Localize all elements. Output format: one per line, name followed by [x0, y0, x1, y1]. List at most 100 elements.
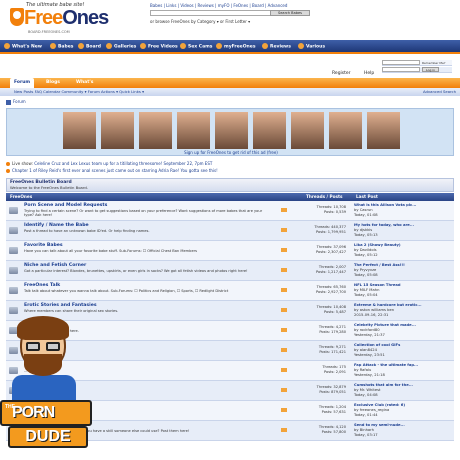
login-button[interactable]: Log in	[422, 67, 440, 72]
last-post[interactable]: The Perfect / Best Ass!!! by Pryvyvze Toda…	[354, 263, 454, 278]
rss-icon[interactable]	[281, 208, 287, 212]
last-post[interactable]: Fap Attack - the ultimate fap... by Rafal…	[354, 363, 454, 378]
nav-babes[interactable]: Babes	[50, 43, 73, 51]
gallery-thumb[interactable]	[63, 112, 96, 149]
nav-reviews[interactable]: Reviews	[262, 43, 291, 51]
forum-row[interactable]: Niche and Fetish Corner Got a particular …	[6, 261, 454, 281]
nav-myfreeones[interactable]: myFreeOnes	[216, 43, 256, 51]
gallery-thumb[interactable]	[215, 112, 248, 149]
forum-header: FreeOnes Bulletin Board Welcome to the F…	[6, 178, 454, 192]
forum-stats: Threads: 10,708 Posts: 0,539	[316, 205, 346, 214]
breadcrumb[interactable]: Forum	[6, 99, 26, 105]
gallery-thumb[interactable]	[291, 112, 324, 149]
last-post[interactable]: My hots for today, who are... by djskkis T…	[354, 223, 454, 238]
freeones-logo[interactable]: The ultimate babe site! FreeOnes BOARD.F…	[8, 2, 118, 36]
tab-blogs[interactable]: Blogs	[42, 78, 64, 88]
site-header: The ultimate babe site! FreeOnes BOARD.F…	[0, 0, 460, 40]
gallery-thumb[interactable]	[253, 112, 286, 149]
password-field[interactable]	[382, 67, 420, 72]
last-post[interactable]: Collection of cool GIFs by alan8424 Yester…	[354, 343, 454, 358]
nav-board[interactable]: Board	[78, 43, 101, 51]
last-post[interactable]: Celebrity Picture that made... by rockfor…	[354, 323, 454, 338]
signup-ad-link[interactable]: Sign up for FreeOnes to get rid of this …	[7, 150, 455, 155]
forum-row[interactable]: Favorite Babes Have you can talk about al…	[6, 241, 454, 261]
gallery-thumb[interactable]	[329, 112, 362, 149]
forum-stats: Threads: 1,204 Posts: 57,631	[318, 405, 346, 414]
tab-forum[interactable]: Forum	[10, 78, 35, 88]
rss-icon[interactable]	[281, 348, 287, 352]
rss-icon[interactable]	[281, 428, 287, 432]
rss-icon[interactable]	[281, 408, 287, 412]
last-post[interactable]: NFL 15 Season Thread by MILF Mahn Today, 0…	[354, 283, 454, 298]
review-icon	[262, 43, 268, 49]
search-babes-button[interactable]: Search Babes	[270, 10, 310, 16]
nav-various[interactable]: Various	[298, 43, 325, 51]
last-post[interactable]: What is this Allison Vota pic... by Casru…	[354, 203, 454, 218]
last-post[interactable]: Extreme & hardcore but erotic... by aston…	[354, 303, 454, 318]
forum-row[interactable]: FreeOnes Talk Talk talk about whatever yo…	[6, 281, 454, 301]
gallery-thumb[interactable]	[139, 112, 172, 149]
rss-icon[interactable]	[281, 288, 287, 292]
forum-title-link[interactable]: Porn Scene and Model Requests	[24, 203, 107, 208]
browse-options[interactable]: or browse FreeOnes by Category ▾ or Firs…	[150, 19, 250, 24]
nav-whats-new[interactable]: What's New	[4, 43, 42, 51]
col-stats: Threads / Posts	[306, 194, 343, 199]
forum-subnav: New Posts FAQ Calendar Community ▾ Forum…	[0, 88, 460, 96]
rss-icon[interactable]	[281, 388, 287, 392]
rss-icon[interactable]	[281, 248, 287, 252]
rss-icon[interactable]	[281, 308, 287, 312]
help-link[interactable]: Help	[364, 71, 374, 76]
last-post[interactable]: Lika 2 (Showy Beauty) by Davildols Today, …	[354, 243, 454, 258]
tab-whats-new[interactable]: What's New?	[72, 78, 97, 95]
forum-icon	[9, 287, 18, 294]
forum-title-link[interactable]: Niche and Fetish Corner	[24, 263, 86, 268]
register-link[interactable]: Register	[332, 71, 351, 76]
various-icon	[298, 43, 304, 49]
forum-title-link[interactable]: Favorite Babes	[24, 243, 63, 248]
bullet-icon	[6, 162, 10, 166]
gallery-thumb[interactable]	[367, 112, 400, 149]
news-item[interactable]: Chapter 1 of Riley Reid's first ever ana…	[6, 167, 454, 174]
logo-badge-icon	[10, 8, 24, 26]
mascot-beard	[24, 354, 62, 376]
subnav-links[interactable]: New Posts FAQ Calendar Community ▾ Forum…	[14, 89, 144, 94]
nav-free-videos[interactable]: Free Videos	[140, 43, 178, 51]
forum-row[interactable]: Erotic Stories and Fantasies Where member…	[6, 301, 454, 321]
forum-row[interactable]: Identify / Name the Babe Post a thread to…	[6, 221, 454, 241]
nav-galleries[interactable]: Galleries	[106, 43, 136, 51]
mascot-hair	[17, 316, 69, 340]
forum-title-link[interactable]: Identify / Name the Babe	[24, 223, 89, 228]
login-form: Remember Me? Log in	[382, 60, 452, 74]
last-post[interactable]: Exclusive Club (rated: 6) by freeones_reg…	[354, 403, 454, 418]
bullet-icon	[6, 169, 10, 173]
last-post[interactable]: Cumshots that aim for the... by Mr. White…	[354, 383, 454, 398]
porn-dude-promo[interactable]: THE PORN DUDE	[0, 316, 92, 460]
remember-me-checkbox[interactable]: Remember Me?	[422, 61, 445, 65]
star-icon	[4, 43, 10, 49]
username-field[interactable]	[382, 60, 420, 65]
gallery-thumb[interactable]	[177, 112, 210, 149]
ad-gallery[interactable]: Sign up for FreeOnes to get rid of this …	[6, 108, 454, 156]
last-post[interactable]: Send to my semi-nude... by Binharh Today, …	[354, 423, 454, 438]
top-site-links[interactable]: Babes | Links | Videos | Reviews | myFO …	[150, 3, 287, 8]
rss-icon[interactable]	[281, 228, 287, 232]
forum-row[interactable]: Porn Scene and Model Requests Trying to f…	[6, 201, 454, 221]
forum-icon	[9, 307, 18, 314]
forum-title-link[interactable]: Erotic Stories and Fantasies	[24, 303, 97, 308]
rss-icon[interactable]	[281, 328, 287, 332]
forum-title-link[interactable]: FreeOnes Talk	[24, 283, 60, 288]
forum-stats: Threads: 32,879 Posts: 879,051	[316, 385, 346, 394]
rss-icon[interactable]	[281, 368, 287, 372]
babe-icon	[50, 43, 56, 49]
forum-stats: Threads: 37,096 Posts: 2,307,427	[315, 245, 346, 254]
news-item[interactable]: Live show: Celeline Cruz and Lex Lexus t…	[6, 160, 454, 167]
column-header: FreeOnes Threads / Posts Last Post	[6, 193, 454, 201]
forum-description: Where members can share their original s…	[24, 309, 119, 313]
rss-icon[interactable]	[281, 268, 287, 272]
forum-tab-bar	[0, 78, 460, 88]
forum-icon	[9, 207, 18, 214]
nav-sex-cams[interactable]: Sex Cams	[180, 43, 212, 51]
gallery-thumb[interactable]	[101, 112, 134, 149]
forum-stats: Threads: 175 Posts: 2,091	[322, 365, 346, 374]
advanced-search-link[interactable]: Advanced Search	[423, 88, 456, 96]
